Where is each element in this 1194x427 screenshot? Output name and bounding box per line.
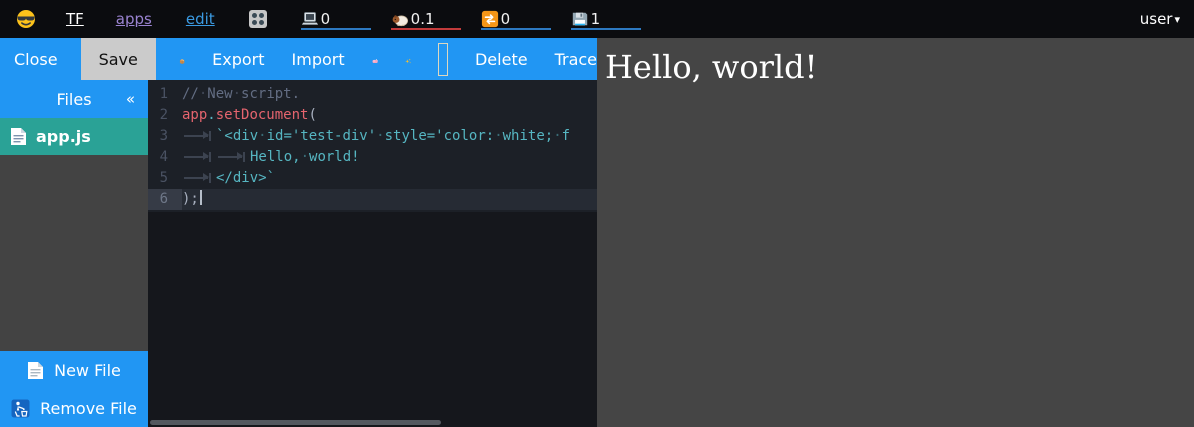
nav-link-apps[interactable]: apps	[116, 10, 152, 28]
code-lines: 1//·New·script.2app.setDocument(3`<div·i…	[148, 80, 597, 212]
brand-link-tf[interactable]: TF	[66, 10, 84, 28]
hamster-icon	[391, 10, 409, 28]
code-line[interactable]: 2app.setDocument(	[148, 105, 597, 126]
tab-indent-marker	[182, 128, 216, 142]
stat-value: 0.1	[411, 10, 435, 28]
repeat-icon	[481, 10, 499, 28]
file-item-appjs[interactable]: app.js	[0, 118, 148, 155]
sunglasses-emoji-icon[interactable]	[16, 9, 36, 29]
stat-field-clients[interactable]: 0	[301, 8, 371, 30]
line-number: 2	[148, 105, 182, 126]
code-editor[interactable]: 1//·New·script.2app.setDocument(3`<div·i…	[148, 80, 597, 427]
nav-link-edit[interactable]: edit	[186, 10, 215, 28]
code-line[interactable]: 3`<div·id='test-div'·style='color:·white…	[148, 126, 597, 147]
user-menu-label: user	[1140, 10, 1173, 28]
chevron-down-icon: ▾	[1174, 13, 1180, 26]
blank-button[interactable]	[438, 43, 448, 76]
control-knobs-icon[interactable]	[249, 10, 267, 28]
preview-hello-text: Hello, world!	[597, 38, 1194, 86]
horizontal-scrollbar[interactable]	[150, 420, 441, 425]
remove-file-button[interactable]: Remove File	[0, 389, 148, 427]
code-line[interactable]: 1//·New·script.	[148, 84, 597, 105]
stat-value: 1	[591, 10, 601, 28]
delete-button[interactable]: Delete	[475, 50, 528, 69]
files-header: Files «	[0, 80, 148, 118]
tab-indent-marker	[182, 170, 216, 184]
status-fields: 0 0.1 0	[301, 8, 641, 30]
line-number: 3	[148, 126, 182, 147]
stat-field-loops[interactable]: 0	[481, 8, 551, 30]
line-number: 1	[148, 84, 182, 105]
line-number: 4	[148, 147, 182, 168]
text-cursor	[200, 190, 202, 205]
collapse-sidebar-button[interactable]: «	[126, 90, 135, 108]
stat-value: 0	[501, 10, 511, 28]
stat-field-hamster[interactable]: 0.1	[391, 8, 461, 30]
editor-toolbar: Close Save Export Import	[0, 38, 597, 80]
user-menu[interactable]: user ▾	[1140, 10, 1180, 28]
close-button[interactable]: Close	[14, 50, 58, 69]
tab-indent-marker	[182, 149, 216, 163]
stat-value: 0	[321, 10, 331, 28]
file-icon	[10, 127, 27, 146]
new-file-button[interactable]: New File	[0, 351, 148, 389]
files-title: Files	[56, 90, 91, 109]
files-sidebar: Files « app.js	[0, 80, 148, 427]
import-button[interactable]: Import	[292, 50, 345, 69]
new-file-icon	[27, 361, 44, 380]
code-line[interactable]: 5</div>`	[148, 168, 597, 189]
remove-file-icon	[11, 399, 30, 418]
stat-field-saves[interactable]: 1	[571, 8, 641, 30]
top-bar: TF apps edit 0 0.1	[0, 0, 1194, 38]
line-number: 6	[148, 189, 182, 210]
line-number: 5	[148, 168, 182, 189]
remove-file-label: Remove File	[40, 399, 137, 418]
document-preview-panel: Hello, world!	[597, 38, 1194, 427]
code-line[interactable]: 6);	[148, 189, 597, 210]
new-file-label: New File	[54, 361, 121, 380]
export-button[interactable]: Export	[212, 50, 264, 69]
sparkles-icon[interactable]	[405, 49, 411, 69]
floppy-icon	[571, 10, 589, 28]
save-button[interactable]: Save	[81, 38, 156, 80]
code-line[interactable]: 4Hello,·world!	[148, 147, 597, 168]
trace-button[interactable]: Trace	[555, 50, 597, 69]
laptop-icon	[301, 10, 319, 28]
sidebar-empty-area	[0, 155, 148, 351]
soap-icon[interactable]	[372, 49, 378, 69]
tab-indent-marker	[216, 149, 250, 163]
package-icon[interactable]	[179, 49, 185, 69]
file-name: app.js	[36, 127, 91, 146]
